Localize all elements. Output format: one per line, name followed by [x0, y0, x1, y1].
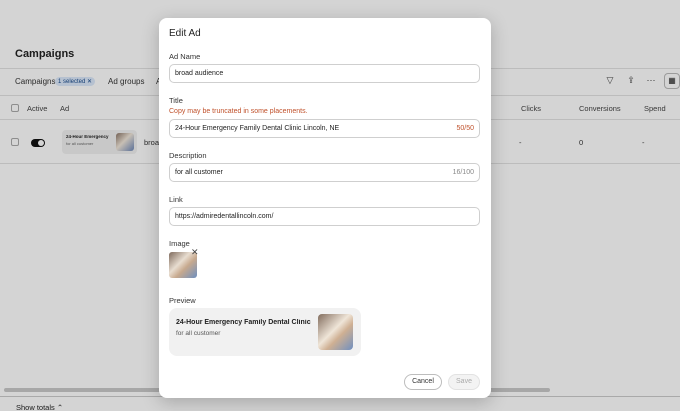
description-char-count: 16/100: [452, 169, 474, 176]
preview-description: for all customer: [176, 330, 221, 337]
title-char-count: 50/50: [456, 125, 474, 132]
title-value: 24-Hour Emergency Family Dental Clinic L…: [175, 125, 340, 132]
description-label: Description: [169, 151, 207, 160]
preview-image: [318, 314, 353, 350]
ad-preview-card: 24-Hour Emergency Family Dental Clinic L…: [169, 308, 361, 356]
ad-name-label: Ad Name: [169, 52, 201, 61]
preview-title: 24-Hour Emergency Family Dental Clinic L…: [176, 319, 312, 326]
dialog-title: Edit Ad: [169, 28, 201, 39]
title-input[interactable]: 24-Hour Emergency Family Dental Clinic L…: [169, 119, 480, 138]
link-value: https://admiredentallincoln.com/: [175, 213, 274, 220]
title-label: Title: [169, 96, 183, 105]
remove-image-icon[interactable]: ✕: [191, 247, 199, 258]
ad-name-value: broad audience: [175, 70, 224, 77]
preview-label: Preview: [169, 296, 196, 305]
save-button[interactable]: Save: [448, 374, 480, 390]
edit-ad-dialog: Edit Ad Ad Name broad audience Title Cop…: [159, 18, 491, 398]
link-input[interactable]: https://admiredentallincoln.com/: [169, 207, 480, 226]
ad-name-input[interactable]: broad audience: [169, 64, 480, 83]
description-input[interactable]: for all customer 16/100: [169, 163, 480, 182]
title-truncation-warning: Copy may be truncated in some placements…: [169, 108, 308, 115]
description-value: for all customer: [175, 169, 223, 176]
image-label: Image: [169, 239, 190, 248]
link-label: Link: [169, 195, 183, 204]
cancel-button[interactable]: Cancel: [404, 374, 442, 390]
